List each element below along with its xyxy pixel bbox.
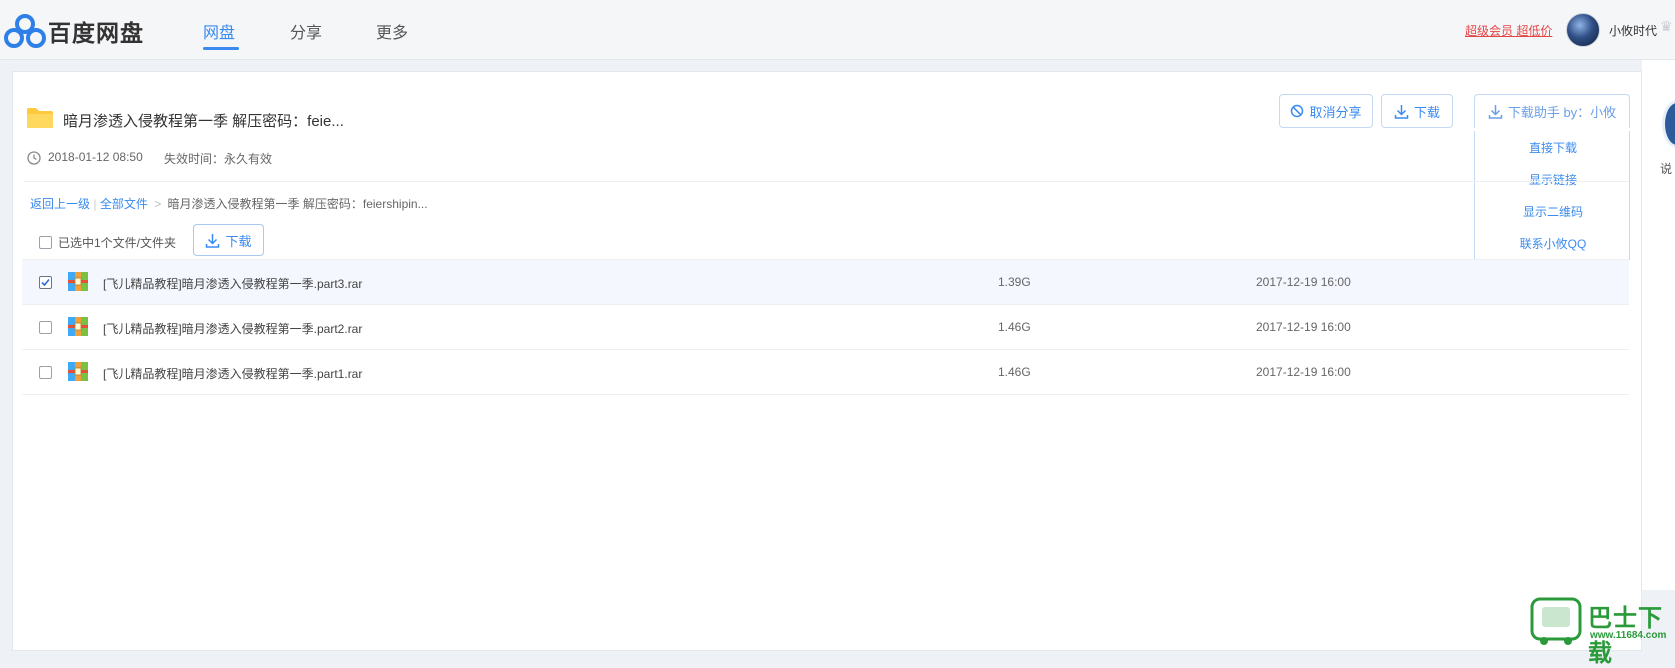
active-tab-indicator <box>203 47 239 50</box>
file-date: 2017-12-19 16:00 <box>1256 275 1351 289</box>
top-navigation-bar: 百度网盘 网盘 分享 更多 超级会员 超低价 小攸时代 ♛ <box>0 0 1675 60</box>
download-label: 下载 <box>1413 104 1440 120</box>
side-floating-label[interactable]: 说 <box>1660 160 1672 177</box>
rar-archive-icon <box>68 272 88 291</box>
download-helper-button[interactable]: 下载助手 by：小攸 <box>1474 94 1630 128</box>
download-icon <box>1488 105 1503 119</box>
file-checkbox[interactable] <box>39 276 52 289</box>
file-checkbox[interactable] <box>39 321 52 334</box>
rar-archive-icon <box>68 317 88 336</box>
file-size: 1.46G <box>998 365 1031 379</box>
download-helper-label: 下载助手 by：小攸 <box>1507 105 1617 120</box>
file-size: 1.46G <box>998 320 1031 334</box>
file-date: 2017-12-19 16:00 <box>1256 320 1351 334</box>
file-checkbox[interactable] <box>39 366 52 379</box>
share-title: 暗月渗透入侵教程第一季 解压密码：feie... <box>63 113 344 130</box>
file-name[interactable]: [飞儿精品教程]暗月渗透入侵教程第一季.part2.rar <box>103 320 362 337</box>
menu-item-direct-download[interactable]: 直接下载 <box>1475 139 1631 156</box>
breadcrumb-all-files-link[interactable]: 全部文件 <box>100 197 148 211</box>
menu-item-contact-qq[interactable]: 联系小攸QQ <box>1475 235 1631 252</box>
file-row[interactable]: [飞儿精品教程]暗月渗透入侵教程第一季.part3.rar 1.39G 2017… <box>22 260 1629 305</box>
cancel-share-label: 取消分享 <box>1309 104 1362 120</box>
menu-item-show-link[interactable]: 显示链接 <box>1475 171 1631 188</box>
cancel-share-button[interactable]: 取消分享 <box>1279 94 1373 128</box>
nav-tab-share[interactable]: 分享 <box>290 19 322 43</box>
file-name[interactable]: [飞儿精品教程]暗月渗透入侵教程第一季.part1.rar <box>103 365 362 382</box>
crown-icon: ♛ <box>1660 18 1673 34</box>
breadcrumb-back-link[interactable]: 返回上一级 <box>30 197 90 211</box>
breadcrumb-current: 暗月渗透入侵教程第一季 解压密码：feiershipin... <box>167 197 428 211</box>
file-date: 2017-12-19 16:00 <box>1256 365 1351 379</box>
ban-icon <box>1291 104 1304 118</box>
file-row[interactable]: [飞儿精品教程]暗月渗透入侵教程第一季.part1.rar 1.46G 2017… <box>22 350 1629 395</box>
download-icon <box>206 233 220 248</box>
selection-download-label: 下载 <box>225 233 252 249</box>
rar-archive-icon <box>68 362 88 381</box>
selection-download-button[interactable]: 下载 <box>193 224 264 256</box>
nav-tab-more[interactable]: 更多 <box>376 19 408 43</box>
avatar[interactable] <box>1566 13 1600 47</box>
vip-promo-link[interactable]: 超级会员 超低价 <box>1465 22 1552 39</box>
breadcrumb: 返回上一级 | 全部文件 > 暗月渗透入侵教程第一季 解压密码：feiershi… <box>30 197 428 211</box>
watermark-url: www.11684.com <box>1590 630 1667 641</box>
file-size: 1.39G <box>998 275 1031 289</box>
expire-time: 失效时间：永久有效 <box>164 152 273 166</box>
clock-icon <box>27 151 41 165</box>
menu-item-show-qrcode[interactable]: 显示二维码 <box>1475 203 1631 220</box>
selection-count: 已选中1个文件/文件夹 <box>58 236 177 250</box>
logo-text: 百度网盘 <box>48 20 144 46</box>
username[interactable]: 小攸时代 <box>1609 22 1657 39</box>
file-name[interactable]: [飞儿精品教程]暗月渗透入侵教程第一季.part3.rar <box>103 275 362 292</box>
select-all-checkbox[interactable] <box>39 236 52 249</box>
share-date: 2018-01-12 08:50 <box>48 150 143 164</box>
breadcrumb-separator: > <box>154 197 162 211</box>
download-button[interactable]: 下载 <box>1381 94 1453 128</box>
download-helper-menu: 直接下载 显示链接 显示二维码 联系小攸QQ <box>1474 131 1630 260</box>
folder-icon <box>27 108 53 128</box>
nav-tab-netdisk[interactable]: 网盘 <box>203 19 235 43</box>
file-row[interactable]: [飞儿精品教程]暗月渗透入侵教程第一季.part2.rar 1.46G 2017… <box>22 305 1629 350</box>
download-icon <box>1394 104 1409 119</box>
check-icon <box>41 278 50 287</box>
divider <box>24 181 1629 182</box>
